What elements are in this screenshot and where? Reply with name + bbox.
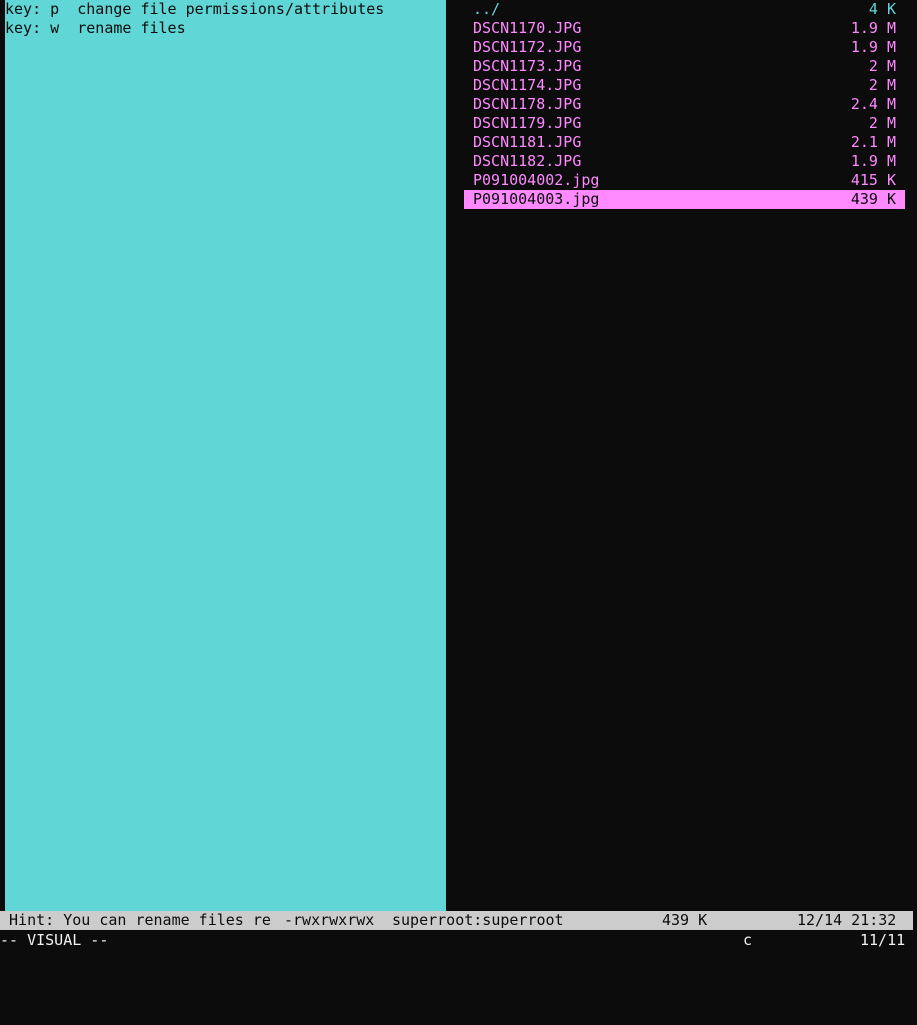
file-name: DSCN1179.JPG [473,114,582,132]
position-indicator: 11/11 [860,931,906,949]
mode-indicator: -- VISUAL -- [0,931,109,949]
file-size: 2.4 M [850,95,896,113]
help-line: key: w rename files [5,19,186,37]
command-line[interactable]: -- VISUAL -- c 11/11 [0,930,917,951]
file-size: 1.9 M [850,152,896,170]
preview-pane: key: p change file permissions/attribute… [5,0,446,911]
file-row[interactable]: DSCN1172.JPG 1.9 M [464,38,905,57]
file-row-parent-dir[interactable]: ../ 4 K [464,0,905,19]
file-size: 1.9 M [850,19,896,37]
file-row[interactable]: DSCN1179.JPG 2 M [464,114,905,133]
file-row[interactable]: DSCN1170.JPG 1.9 M [464,19,905,38]
file-row[interactable]: DSCN1181.JPG 2.1 M [464,133,905,152]
file-name: DSCN1178.JPG [473,95,582,113]
file-row[interactable]: P091004002.jpg 415 K [464,171,905,190]
file-size: 439 K [850,190,896,208]
file-size: 2 M [868,114,896,132]
file-permissions: -rwxrwxrwx [284,911,375,929]
file-size: 2.1 M [850,133,896,151]
file-name: DSCN1170.JPG [473,19,582,37]
file-name: DSCN1174.JPG [473,76,582,94]
status-bar: Hint: You can rename files re -rwxrwxrwx… [0,911,913,930]
file-name: DSCN1182.JPG [473,152,582,170]
file-row[interactable]: DSCN1174.JPG 2 M [464,76,905,95]
file-name: P091004003.jpg [473,190,600,208]
file-row[interactable]: DSCN1182.JPG 1.9 M [464,152,905,171]
file-size: 2 M [868,57,896,75]
file-size: 2 M [868,76,896,94]
file-name: DSCN1173.JPG [473,57,582,75]
file-row-selected[interactable]: P091004003.jpg 439 K [464,190,905,209]
file-name: ../ [473,0,501,18]
file-list-pane: ../ 4 K DSCN1170.JPG 1.9 M DSCN1172.JPG … [446,0,917,911]
status-hint: Hint: You can rename files re [0,911,271,929]
file-size: 1.9 M [850,38,896,56]
status-file-size: 439 K [662,911,708,929]
file-row[interactable]: DSCN1178.JPG 2.4 M [464,95,905,114]
help-line: key: p change file permissions/attribute… [5,0,385,18]
file-size: 415 K [850,171,896,189]
file-name: DSCN1172.JPG [473,38,582,56]
file-name: P091004002.jpg [473,171,600,189]
file-datetime: 12/14 21:32 [797,911,897,929]
file-row[interactable]: DSCN1173.JPG 2 M [464,57,905,76]
file-owner: superroot:superroot [392,911,564,929]
file-size: 4 K [868,0,896,18]
file-name: DSCN1181.JPG [473,133,582,151]
pending-key: c [743,931,753,949]
